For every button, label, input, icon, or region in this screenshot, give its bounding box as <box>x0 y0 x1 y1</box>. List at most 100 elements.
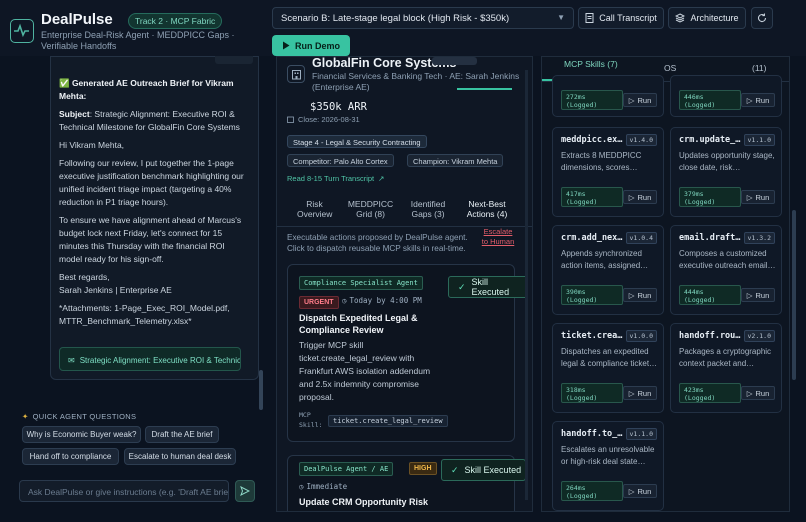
action-title: Update CRM Opportunity Risk <box>299 497 429 507</box>
run-skill-button[interactable]: ▷ Run <box>623 386 657 400</box>
run-demo-button[interactable]: Run Demo <box>272 35 350 56</box>
skill-card[interactable]: email.draft… v1.3.2 Composes a customize… <box>670 225 782 315</box>
mcp-skill-name: ticket.create_legal_review <box>328 415 448 427</box>
quick-question-button[interactable]: Why is Economic Buyer weak? <box>22 426 141 443</box>
message-header: ✅ Generated AE Outreach Brief for Vikram… <box>59 78 234 101</box>
latency-badge: 379ms (Logged) <box>679 187 741 207</box>
scenario-select[interactable]: Scenario B: Late-stage legal block (High… <box>272 7 574 29</box>
escalate-to-human-link[interactable]: Escalate to Human <box>481 227 515 246</box>
action-card[interactable]: Compliance Specialist Agent URGENT ◷ Tod… <box>287 264 528 442</box>
account-badge <box>432 57 477 65</box>
skill-name: handoff.rou… <box>679 331 741 341</box>
run-skill-button[interactable]: ▷ Run <box>623 484 657 498</box>
track-badge: Track 2 · MCP Fabric <box>128 13 223 29</box>
tab-count[interactable]: (11) <box>752 63 767 73</box>
email-chip-label: Strategic Alignment: Executive ROI & Tec… <box>79 356 241 365</box>
tab-next-best-actions[interactable]: Next-Best Actions (4) <box>460 199 514 219</box>
play-icon <box>283 41 290 50</box>
stage-badge: Stage 4 - Legal & Security Contracting <box>287 135 427 148</box>
run-skill-button[interactable]: ▷ Run <box>623 190 657 204</box>
skill-description: Packages a cryptographic context packet … <box>679 347 772 368</box>
center-scrollbar[interactable] <box>525 70 528 500</box>
document-icon <box>585 13 594 23</box>
run-label: Run <box>755 290 770 300</box>
tab-identified-gaps[interactable]: Identified Gaps (3) <box>403 199 453 219</box>
play-icon: ▷ <box>746 388 753 398</box>
deal-arr: $350k ARR <box>310 101 367 113</box>
skill-card[interactable]: handoff.to_… v1.1.0 Escalates an unresol… <box>552 421 664 511</box>
quick-questions-title: QUICK AGENT QUESTIONS <box>32 412 137 421</box>
transcript-link[interactable]: Read 8-15 Turn Transcript ↗ <box>287 174 384 183</box>
chat-input[interactable]: Ask DealPulse or give instructions (e.g.… <box>19 480 229 502</box>
brand-name: DealPulse <box>41 11 113 28</box>
skill-card[interactable]: handoff.rou… v2.1.0 Packages a cryptogra… <box>670 323 782 413</box>
skill-version: v1.1.0 <box>743 134 775 146</box>
email-draft-chip[interactable]: ✉ Strategic Alignment: Executive ROI & T… <box>59 347 241 371</box>
send-icon <box>240 486 250 496</box>
tab-os[interactable]: OS <box>664 63 676 73</box>
run-label: Run <box>637 388 652 398</box>
building-icon <box>287 65 305 83</box>
run-skill-button[interactable]: ▷ Run <box>623 93 657 107</box>
run-label: Run <box>755 95 770 105</box>
message-greeting: Hi Vikram Mehta, <box>59 140 125 150</box>
architecture-button[interactable]: Architecture <box>668 7 746 29</box>
tab-meddpicc-grid[interactable]: MEDDPICC Grid (8) <box>343 199 398 219</box>
run-label: Run <box>637 290 652 300</box>
refresh-icon <box>758 13 767 23</box>
skill-version: v1.1.0 <box>625 428 657 440</box>
run-skill-button[interactable]: ▷ Run <box>623 288 657 302</box>
quick-question-button[interactable]: Draft the AE brief <box>145 426 219 443</box>
run-skill-button[interactable]: ▷ Run <box>741 93 775 107</box>
competitor-badge: Competitor: Palo Alto Cortex <box>287 154 394 167</box>
ae-outreach-message: ✅ Generated AE Outreach Brief for Vikram… <box>50 56 259 380</box>
skill-executed-label: Skill Executed <box>464 465 522 475</box>
tab-risk-overview[interactable]: Risk Overview <box>297 199 332 219</box>
copy-tab <box>215 56 253 64</box>
latency-badge: 444ms (Logged) <box>679 285 741 305</box>
play-icon: ▷ <box>628 486 635 496</box>
quick-question-button[interactable]: Escalate to human deal desk <box>124 448 236 465</box>
action-card[interactable]: DealPulse Agent / AE HIGH ✓ Skill Execut… <box>287 455 526 511</box>
tab-mcp-skills-label: MCP Skills (7) <box>564 59 618 69</box>
mcp-skill-label: MCP Skill: <box>299 411 323 429</box>
chat-scrollbar[interactable] <box>259 370 263 410</box>
skill-description: Extracts 8 MEDDPICC dimensions, scores… <box>561 151 642 172</box>
skill-description: Updates opportunity stage, close date, r… <box>679 151 775 172</box>
tab-os-label: OS <box>664 63 677 73</box>
due-time-text: Today by 4:00 PM <box>349 296 422 305</box>
call-transcript-button[interactable]: Call Transcript <box>578 7 664 29</box>
run-skill-button[interactable]: ▷ Run <box>741 190 775 204</box>
reset-button[interactable] <box>751 7 773 29</box>
active-tab-indicator <box>457 88 512 90</box>
skill-version: v1.0.0 <box>625 330 657 342</box>
skill-card[interactable]: 272ms (Logged) ▷ Run <box>552 75 664 117</box>
mail-icon: ✉ <box>68 356 75 365</box>
tab-mcp-skills[interactable]: MCP Skills (7) <box>564 59 618 69</box>
skills-scrollbar[interactable] <box>792 210 796 380</box>
latency-badge: 446ms (Logged) <box>679 90 741 110</box>
skill-executed-badge: ✓ Skill Executed <box>441 459 526 481</box>
skill-description: Escalates an unresolvable or high-risk d… <box>561 445 655 466</box>
check-icon: ✓ <box>458 281 466 292</box>
message-paragraph-1: Following our review, I put together the… <box>59 158 244 207</box>
skill-card[interactable]: ticket.crea… v1.0.0 Dispatches an expedi… <box>552 323 664 413</box>
run-skill-button[interactable]: ▷ Run <box>741 288 775 302</box>
priority-badge: HIGH <box>409 462 437 475</box>
skill-version: v1.3.2 <box>743 232 775 244</box>
actions-intro: Executable actions proposed by DealPulse… <box>287 233 468 253</box>
run-skill-button[interactable]: ▷ Run <box>741 386 775 400</box>
skill-executed-label: Skill Executed <box>471 277 510 297</box>
latency-badge: 390ms (Logged) <box>561 285 623 305</box>
quick-question-button[interactable]: Hand off to compliance <box>22 448 119 465</box>
skill-card[interactable]: meddpicc.ex… v1.4.0 Extracts 8 MEDDPICC … <box>552 127 664 217</box>
pulse-logo-icon <box>10 19 34 43</box>
action-body: Trigger MCP skill ticket.create_legal_re… <box>299 340 431 402</box>
send-button[interactable] <box>235 480 255 502</box>
skill-card[interactable]: 446ms (Logged) ▷ Run <box>670 75 782 117</box>
skill-card[interactable]: crm.update_… v1.1.0 Updates opportunity … <box>670 127 782 217</box>
play-icon: ▷ <box>628 290 635 300</box>
message-attachments: *Attachments: 1-Page_Exec_ROI_Model.pdf,… <box>59 303 230 326</box>
skill-card[interactable]: crm.add_nex… v1.0.4 Appends synchronized… <box>552 225 664 315</box>
message-paragraph-2: To ensure we have alignment ahead of Mar… <box>59 215 242 264</box>
